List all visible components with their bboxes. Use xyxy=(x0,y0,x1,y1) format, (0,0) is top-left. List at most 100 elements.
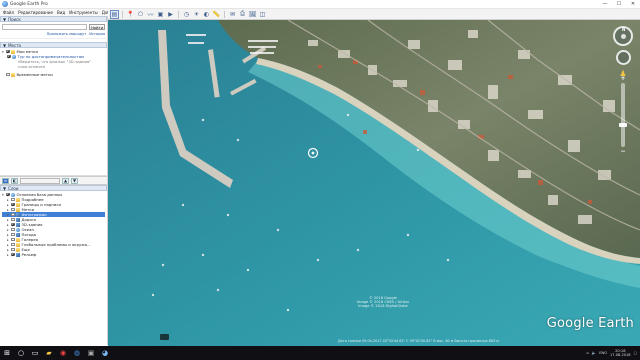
history-link[interactable]: История xyxy=(89,32,105,36)
layer-icon xyxy=(16,212,20,217)
maximize-button[interactable]: ☐ xyxy=(612,0,626,9)
expand-icon[interactable]: ▸ xyxy=(7,213,10,217)
clock[interactable]: 20:18 17.08.2018 xyxy=(610,349,631,357)
placemark-icon[interactable]: 📍 xyxy=(126,10,135,19)
checkbox[interactable] xyxy=(11,237,15,242)
layers-tree: ▾ Основная база данных ▸ Подробнее ▸ Границы … xyxy=(0,191,107,258)
layer-item-label: Глобальные проблемы и окружа... xyxy=(21,242,91,247)
windows-start-icon[interactable]: ⊞ xyxy=(0,346,14,360)
map-view[interactable]: N ♟ + − © 2018 Google Image © 2018 CNES … xyxy=(108,20,640,346)
toolbar-separator xyxy=(224,10,225,18)
expand-icon[interactable]: ▸ xyxy=(7,248,10,252)
record-tour-icon[interactable]: ▶ xyxy=(166,10,175,19)
checkbox[interactable] xyxy=(6,72,10,77)
menu-tools[interactable]: Инструменты xyxy=(69,10,98,15)
volume-icon[interactable]: 🔈 xyxy=(592,351,596,355)
layer-icon xyxy=(16,222,20,227)
expand-icon[interactable]: ▸ xyxy=(7,243,10,247)
search-input[interactable] xyxy=(2,24,87,30)
zoom-out-icon[interactable]: − xyxy=(618,148,628,155)
status-bar-info: Дата съемки 09.04.2017 43°34'44.61" С 39… xyxy=(338,339,499,343)
collapse-arrow-icon[interactable]: ▼ xyxy=(3,186,6,191)
checkbox[interactable] xyxy=(11,197,15,202)
checkbox[interactable] xyxy=(11,247,15,252)
arrow-up-icon[interactable]: ▲ xyxy=(62,177,69,184)
planets-icon[interactable]: ◐ xyxy=(202,10,211,19)
checkbox[interactable] xyxy=(11,202,15,207)
browser-icon[interactable]: ◍ xyxy=(70,346,84,360)
checkbox[interactable] xyxy=(11,207,15,212)
checkbox[interactable] xyxy=(11,222,15,227)
places-item-temporary[interactable]: Временные метки xyxy=(2,72,105,77)
historical-imagery-icon[interactable]: ◷ xyxy=(182,10,191,19)
collapse-arrow-icon[interactable]: ▼ xyxy=(3,43,6,48)
menu-view[interactable]: Вид xyxy=(57,10,65,15)
search-button[interactable]: Найти xyxy=(89,24,105,30)
layer-item[interactable]: ▸ Глобальные проблемы и окружа... xyxy=(2,242,105,247)
checkbox[interactable] xyxy=(11,252,15,257)
expand-icon[interactable]: ▾ xyxy=(2,50,5,54)
route-link[interactable]: Проложить маршрут xyxy=(47,32,87,36)
layers-panel-title: Слои xyxy=(8,185,19,191)
zoom-in-icon[interactable]: + xyxy=(618,75,628,82)
checkbox[interactable] xyxy=(11,212,15,217)
folder-icon xyxy=(16,197,20,202)
checkbox[interactable] xyxy=(11,227,15,232)
look-joystick[interactable] xyxy=(615,50,631,65)
layer-item[interactable]: ▸ Рельеф xyxy=(2,252,105,257)
ruler-icon[interactable]: 📏 xyxy=(212,10,221,19)
places-filter-input[interactable] xyxy=(20,177,60,184)
checkbox[interactable] xyxy=(11,242,15,247)
sidebar-toggle-icon[interactable]: ▤ xyxy=(110,9,119,19)
expand-icon[interactable]: ▸ xyxy=(7,208,10,212)
image-overlay-icon[interactable]: ▣ xyxy=(156,10,165,19)
expand-icon[interactable]: ▾ xyxy=(2,193,5,197)
search-icon[interactable]: ○ xyxy=(14,346,28,360)
arrow-down-icon[interactable]: ▼ xyxy=(71,177,78,184)
minimize-button[interactable]: — xyxy=(598,0,612,9)
email-icon[interactable]: ✉ xyxy=(228,10,237,19)
checkbox[interactable] xyxy=(6,192,10,197)
collapse-arrow-icon[interactable]: ▼ xyxy=(3,17,6,22)
checkbox[interactable] xyxy=(6,49,10,54)
expand-icon[interactable]: ▸ xyxy=(7,228,10,232)
language-indicator[interactable]: ENG xyxy=(599,351,607,355)
chrome-icon[interactable]: ◉ xyxy=(56,346,70,360)
maps-icon[interactable]: ◫ xyxy=(258,10,267,19)
expand-icon[interactable]: ▸ xyxy=(7,238,10,242)
google-earth-taskbar-icon[interactable]: ◕ xyxy=(98,346,112,360)
filter-icon[interactable]: ◧ xyxy=(11,177,18,184)
folder-icon xyxy=(16,207,20,212)
list-view-icon[interactable]: ≡ xyxy=(2,177,9,184)
expand-icon[interactable]: ▸ xyxy=(7,253,10,257)
print-icon[interactable]: ⎙ xyxy=(238,10,247,19)
expand-icon[interactable]: ▸ xyxy=(7,203,10,207)
task-view-icon[interactable]: ▭ xyxy=(28,346,42,360)
notifications-icon[interactable]: ▢ xyxy=(634,351,637,355)
zoom-slider-knob[interactable] xyxy=(619,123,627,127)
compass-ring[interactable]: N xyxy=(613,26,633,46)
expand-icon[interactable]: ▸ xyxy=(7,198,10,202)
polygon-icon[interactable]: ⬠ xyxy=(136,10,145,19)
path-icon[interactable]: 〰 xyxy=(146,10,155,19)
google-earth-logo: Google Earth xyxy=(546,316,634,331)
compass-center-icon[interactable] xyxy=(621,34,626,39)
save-image-icon[interactable]: 🖼 xyxy=(248,10,257,19)
close-button[interactable]: ✕ xyxy=(626,0,640,9)
network-icon[interactable]: ⌂ xyxy=(587,351,589,355)
zoom-slider[interactable]: + − xyxy=(619,75,627,155)
toolbar-separator xyxy=(122,10,123,18)
file-explorer-icon[interactable]: ▰ xyxy=(42,346,56,360)
expand-icon[interactable]: ▸ xyxy=(7,223,10,227)
sun-icon[interactable]: ☀ xyxy=(192,10,201,19)
folder-icon xyxy=(16,202,20,207)
expand-icon[interactable]: ▸ xyxy=(7,233,10,237)
expand-icon[interactable]: ▸ xyxy=(7,218,10,222)
checkbox[interactable] xyxy=(11,232,15,237)
menu-file[interactable]: Файл xyxy=(3,10,14,15)
tour-player-icon[interactable] xyxy=(160,334,169,340)
media-icon[interactable]: ▣ xyxy=(84,346,98,360)
checkbox[interactable] xyxy=(11,217,15,222)
checkbox[interactable] xyxy=(7,54,11,59)
menu-edit[interactable]: Редактирование xyxy=(18,10,53,15)
